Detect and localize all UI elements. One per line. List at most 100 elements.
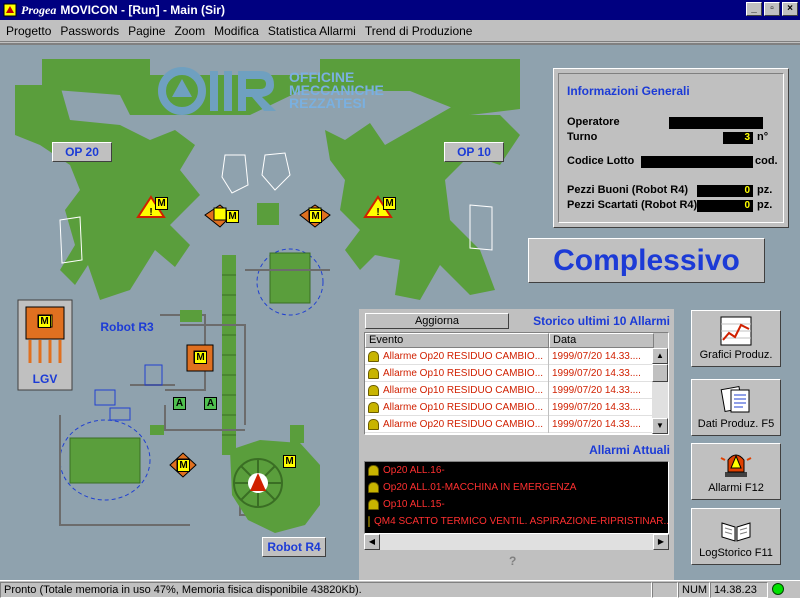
motor-tag-robot-left[interactable]: M: [226, 210, 239, 223]
turno-label: Turno: [567, 131, 598, 143]
brand-name: Progea: [21, 2, 57, 17]
history-vertical-scrollbar[interactable]: ▲ ▼: [652, 348, 668, 434]
list-item[interactable]: Op10 ALL.15-: [365, 496, 668, 513]
scroll-right-arrow-icon[interactable]: ▶: [653, 534, 669, 550]
info-title: Informazioni Generali: [567, 84, 690, 98]
table-row[interactable]: Allarme Op10 RESIDUO CAMBIO... 1999/07/20…: [365, 381, 668, 399]
center-fixture: [257, 203, 279, 225]
pezzi-scartati-field: 0: [697, 200, 753, 212]
status-message: Pronto (Totale memoria in uso 47%, Memor…: [0, 582, 652, 598]
motor-tag-robot-bottom[interactable]: M: [177, 459, 190, 472]
grafici-produz-button[interactable]: Grafici Produz.: [691, 310, 781, 367]
menu-passwords[interactable]: Passwords: [60, 24, 119, 38]
info-panel: Informazioni Generali Operatore Turno 3 …: [553, 68, 789, 228]
bell-icon: [368, 465, 379, 476]
codice-lotto-label: Codice Lotto: [567, 155, 635, 167]
alarms-horizontal-scrollbar[interactable]: ◀ ▶: [364, 534, 669, 550]
pezzi-scartati-label: Pezzi Scartati (Robot R4): [567, 199, 698, 211]
active-alarms-list[interactable]: Op20 ALL.16- Op20 ALL.01-MACCHINA IN EME…: [364, 461, 669, 534]
table-row[interactable]: Allarme Op10 RESIDUO CAMBIO... 1999/07/20…: [365, 364, 668, 382]
help-button[interactable]: ?: [509, 554, 516, 568]
dati-produz-label: Dati Produz. F5: [697, 418, 775, 430]
codice-lotto-field: [641, 156, 753, 168]
alarm-text: Op20 ALL.16-: [383, 465, 445, 476]
axis-tag-a2[interactable]: A: [204, 397, 217, 410]
op10-button[interactable]: OP 10: [444, 142, 504, 162]
active-alarms-panel: Allarmi Attuali Op20 ALL.16- Op20 ALL.01…: [359, 439, 674, 592]
close-button[interactable]: ×: [782, 2, 798, 16]
alarm-history-table[interactable]: Evento Data Allarme Op20 RESIDUO CAMBIO.…: [364, 332, 669, 435]
data-cell: 1999/07/20 14.33....: [552, 350, 641, 362]
op10-station[interactable]: [325, 105, 520, 300]
list-item[interactable]: QM4 SCATTO TERMICO VENTIL. ASPIRAZIONE-R…: [365, 513, 668, 530]
table-row[interactable]: Allarme Op20 RESIDUO CAMBIO... 1999/07/20…: [365, 415, 668, 433]
list-item[interactable]: Op20 ALL.16-: [365, 462, 668, 479]
robot-r4-label[interactable]: Robot R4: [262, 537, 326, 557]
menu-trend-di-produzione[interactable]: Trend di Produzione: [365, 24, 473, 38]
status-blank: [652, 582, 678, 598]
plant-canvas: ! ! OFFICINE MECCANICHE REZZATESI OP 20 …: [0, 43, 800, 592]
status-led-icon: [772, 583, 784, 595]
list-item[interactable]: Op20 ALL.01-MACCHINA IN EMERGENZA: [365, 479, 668, 496]
axis-tag-a1[interactable]: A: [173, 397, 186, 410]
logo-line-3: REZZATESI: [289, 95, 366, 111]
svg-text:!: !: [376, 207, 379, 218]
evento-cell: Allarme Op20 RESIDUO CAMBIO...: [383, 350, 544, 362]
status-bar: Pronto (Totale memoria in uso 47%, Memor…: [0, 580, 800, 598]
robot-r3-label[interactable]: Robot R3: [96, 319, 158, 337]
column-evento[interactable]: Evento: [365, 333, 549, 348]
op20-button[interactable]: OP 20: [52, 142, 112, 162]
motor-tag-op20[interactable]: M: [155, 197, 168, 210]
pezzi-buoni-unit: pz.: [757, 184, 773, 196]
op20-station[interactable]: [15, 85, 200, 300]
bell-icon: [368, 516, 370, 527]
svg-text:!: !: [149, 207, 152, 218]
menu-progetto[interactable]: Progetto: [6, 24, 51, 38]
evento-cell: Allarme Op10 RESIDUO CAMBIO...: [383, 367, 544, 379]
menu-pagine[interactable]: Pagine: [128, 24, 165, 38]
alarm-text: Op10 ALL.15-: [383, 499, 445, 510]
status-clock: 14.38.23: [710, 582, 768, 598]
pezzi-scartati-unit: pz.: [757, 199, 773, 211]
scroll-down-arrow-icon[interactable]: ▼: [652, 418, 668, 434]
menu-statistica-allarmi[interactable]: Statistica Allarmi: [268, 24, 356, 38]
company-logo: OFFICINE MECCANICHE REZZATESI: [156, 65, 436, 117]
minimize-button[interactable]: _: [746, 2, 762, 16]
aggiorna-button[interactable]: Aggiorna: [365, 313, 509, 329]
menu-modifica[interactable]: Modifica: [214, 24, 259, 38]
table-row[interactable]: Allarme Op10 RESIDUO CAMBIO... 1999/07/20…: [365, 398, 668, 416]
bell-icon: [368, 418, 379, 430]
alarm-text: Op20 ALL.01-MACCHINA IN EMERGENZA: [383, 482, 577, 493]
complessivo-button[interactable]: Complessivo: [528, 238, 765, 283]
window-title-text: MOVICON - [Run] - Main (Sir): [60, 2, 225, 17]
motor-tag-op10[interactable]: M: [383, 197, 396, 210]
movicon-app-icon[interactable]: [3, 3, 17, 17]
scroll-thumb[interactable]: [652, 364, 668, 382]
allarmi-button[interactable]: Allarmi F12: [691, 443, 781, 500]
motor-tag-robot-right[interactable]: M: [309, 210, 322, 223]
bell-icon: [368, 499, 379, 510]
motor-tag-robot-r4[interactable]: M: [283, 455, 296, 468]
bell-icon: [368, 482, 379, 493]
pezzi-buoni-label: Pezzi Buoni (Robot R4): [567, 184, 688, 196]
scroll-up-arrow-icon[interactable]: ▲: [652, 348, 668, 364]
table-row[interactable]: Allarme Op20 RESIDUO CAMBIO... 1999/07/20…: [365, 347, 668, 365]
data-cell: 1999/07/20 14.33....: [552, 367, 641, 379]
dati-produz-button[interactable]: Dati Produz. F5: [691, 379, 781, 436]
evento-cell: Allarme Op10 RESIDUO CAMBIO...: [383, 384, 544, 396]
operatore-field: [669, 117, 763, 129]
motor-tag-lgv[interactable]: M: [38, 315, 51, 328]
column-data[interactable]: Data: [549, 333, 654, 348]
title-bar: Progea MOVICON - [Run] - Main (Sir) _ ▫ ×: [0, 0, 800, 20]
motor-tag-robot-r3[interactable]: M: [194, 351, 207, 364]
bell-icon: [368, 401, 379, 413]
logstorico-button[interactable]: LogStorico F11: [691, 508, 781, 565]
maximize-button[interactable]: ▫: [764, 2, 780, 16]
alarm-history-panel: Aggiorna Storico ultimi 10 Allarmi Event…: [359, 309, 674, 439]
grafici-produz-label: Grafici Produz.: [699, 349, 773, 361]
documents-icon: [720, 386, 750, 413]
lgv-label[interactable]: LGV: [18, 371, 72, 389]
evento-cell: Allarme Op10 RESIDUO CAMBIO...: [383, 401, 544, 413]
scroll-left-arrow-icon[interactable]: ◀: [364, 534, 380, 550]
menu-zoom[interactable]: Zoom: [174, 24, 205, 38]
